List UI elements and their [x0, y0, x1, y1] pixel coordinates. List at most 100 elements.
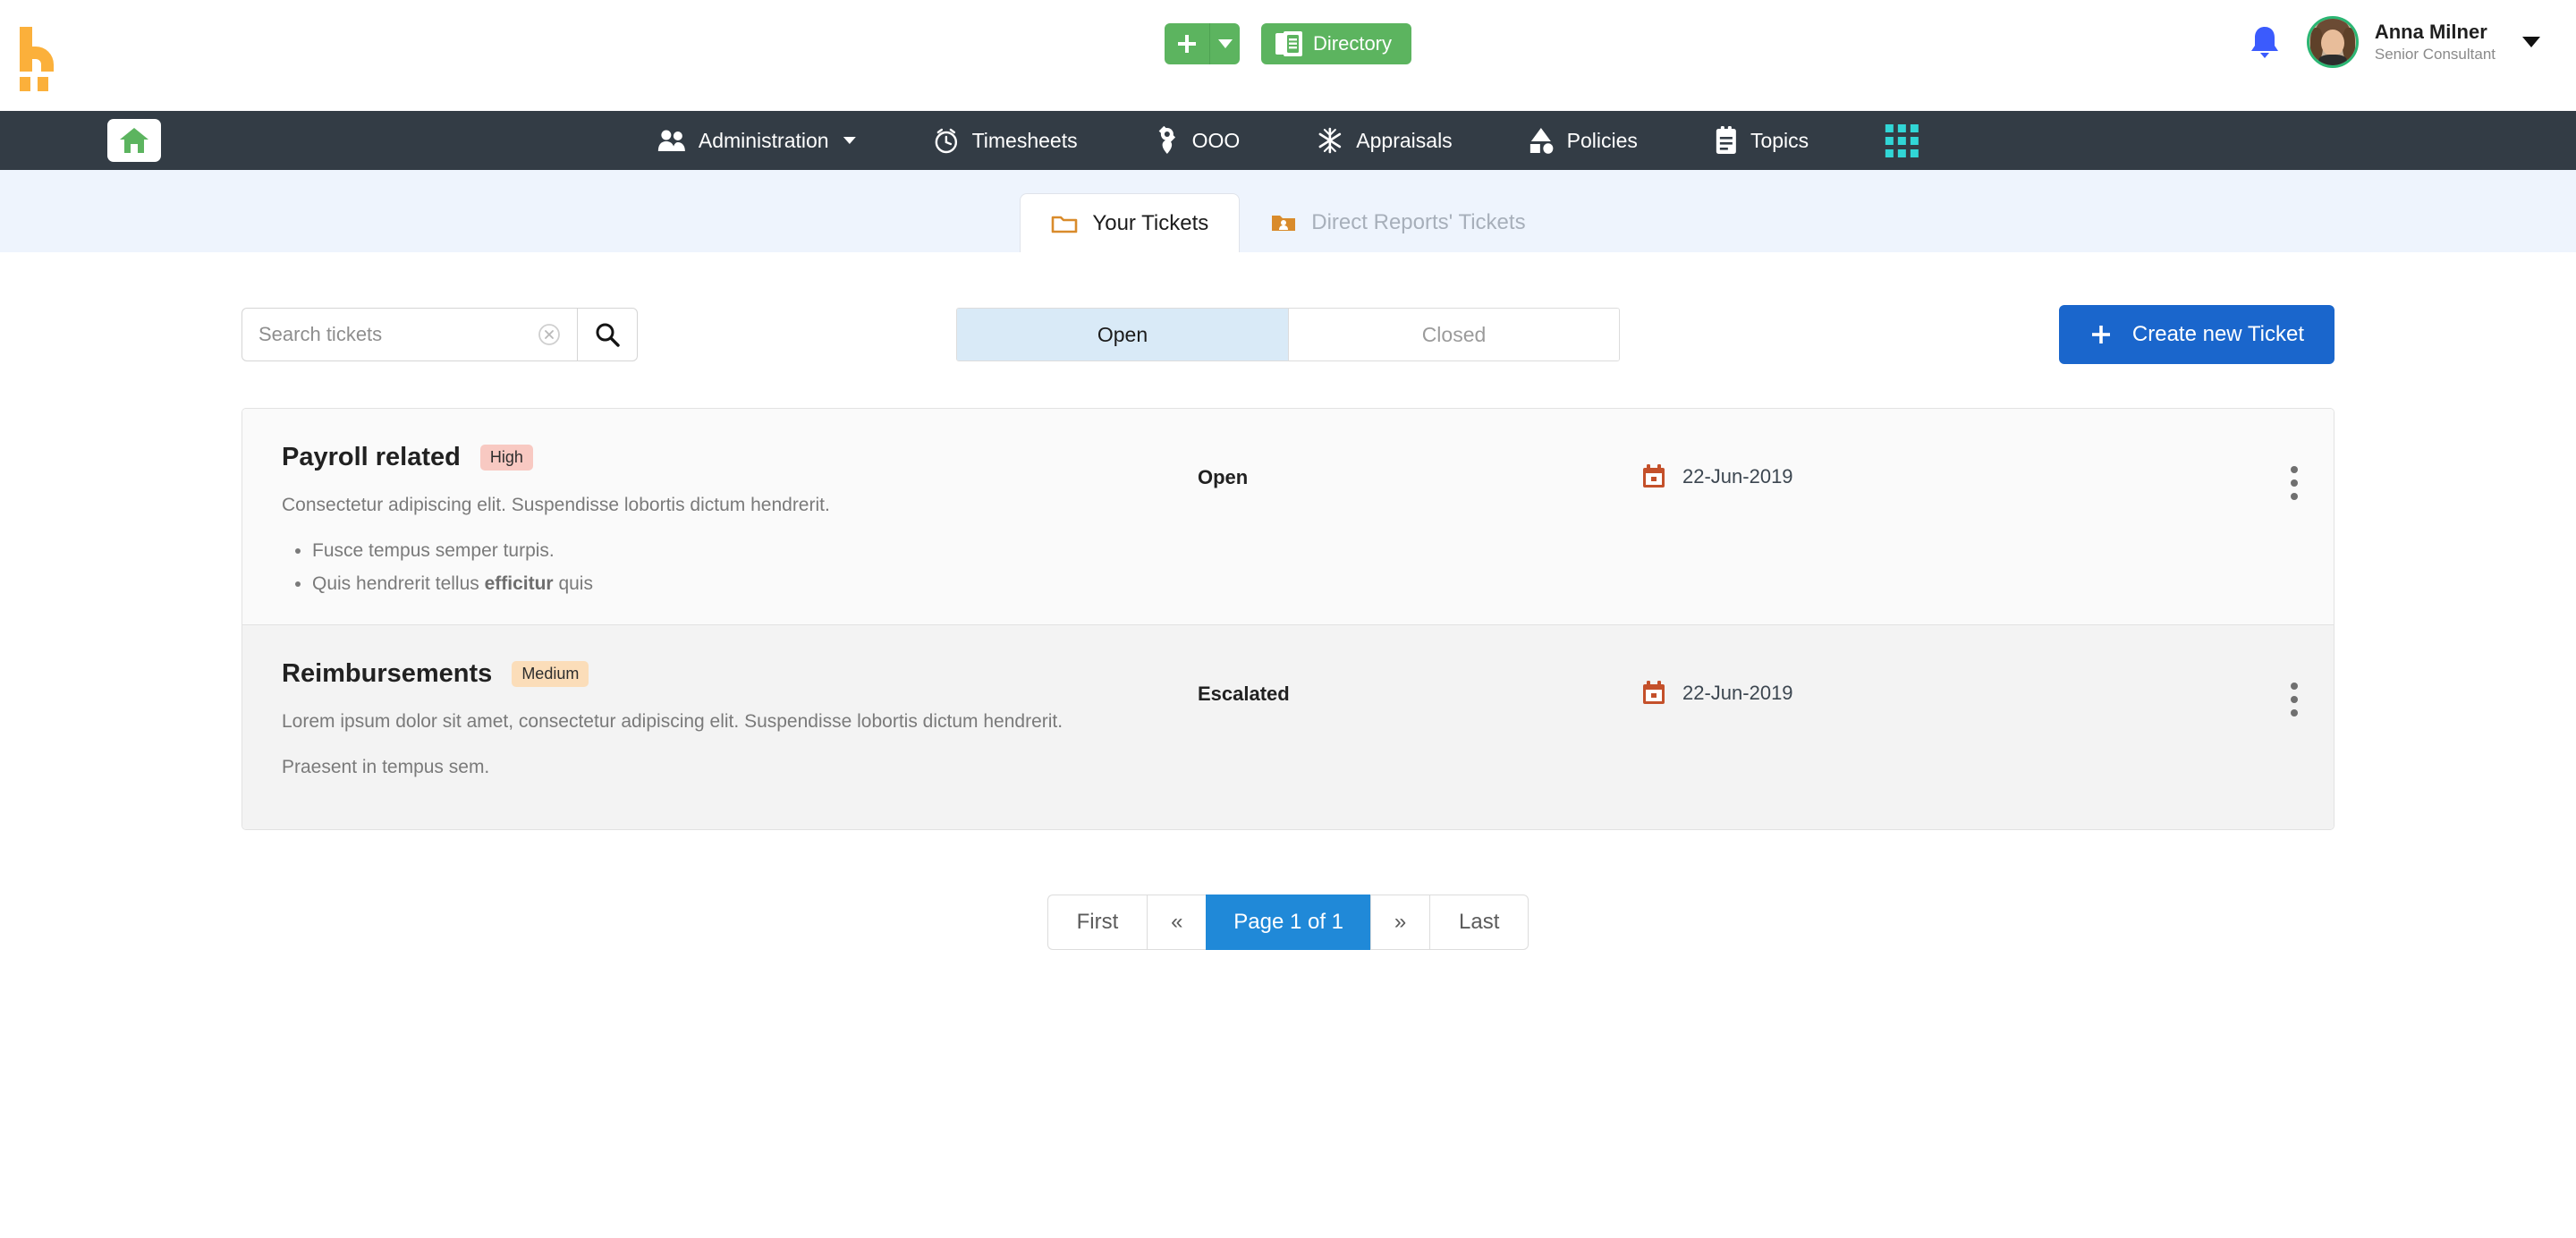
pagination: First « Page 1 of 1 » Last: [0, 895, 2576, 950]
search-input[interactable]: [258, 323, 538, 346]
nav-item-appraisals[interactable]: Appraisals: [1317, 127, 1453, 154]
nav-label: Policies: [1566, 128, 1638, 152]
clipboard-icon: [1716, 126, 1736, 154]
people-icon: [657, 130, 685, 151]
list-item-text: Quis hendrerit tellus: [312, 573, 485, 595]
nav-label: Timesheets: [971, 128, 1078, 152]
search-box[interactable]: [242, 308, 577, 361]
filter-closed[interactable]: Closed: [1288, 309, 1619, 360]
plus-icon: [2091, 326, 2110, 343]
ticket-menu-button[interactable]: [2291, 659, 2298, 717]
ticket-status: Escalated: [1198, 683, 1290, 705]
ticket-description: Lorem ipsum dolor sit amet, consectetur …: [282, 711, 1063, 732]
home-icon: [120, 128, 148, 153]
ticket-title: Payroll related: [282, 443, 461, 471]
nav-label: Topics: [1750, 128, 1809, 152]
nav-label: Administration: [698, 128, 829, 152]
main-navigation: Administration Timesheets OOO Appraisals…: [0, 111, 2576, 170]
chevron-down-icon: [843, 137, 856, 144]
ticket-title-row: Payroll related High: [282, 443, 1176, 472]
top-bar: Directory Anna Milner Senior Consultant: [0, 0, 2576, 111]
bell-icon: [2250, 27, 2278, 58]
list-item: Quis hendrerit tellus efficitur quis: [312, 568, 1176, 601]
ticket-status: Open: [1198, 466, 1249, 488]
priority-badge: Medium: [512, 661, 589, 687]
nav-item-timesheets[interactable]: Timesheets: [933, 127, 1078, 154]
folder-outline-icon: [1052, 216, 1078, 233]
tabs: Your Tickets Direct Reports' Tickets: [1020, 193, 1555, 252]
ticket-extra-text: Praesent in tempus sem.: [282, 757, 490, 778]
directory-button[interactable]: Directory: [1260, 23, 1412, 64]
alarm-clock-icon: [935, 128, 957, 154]
nav-item-ooo[interactable]: OOO: [1155, 126, 1241, 155]
create-new-ticket-button[interactable]: Create new Ticket: [2058, 305, 2334, 364]
pagination-first[interactable]: First: [1046, 895, 1148, 950]
search-group: [242, 308, 638, 361]
nav-item-topics[interactable]: Topics: [1715, 126, 1809, 155]
status-filter: Open Closed: [956, 308, 1620, 361]
list-item: Fusce tempus semper turpis.: [312, 535, 1176, 568]
pagination-last[interactable]: Last: [1429, 895, 1530, 950]
ticket-bullet-list: Fusce tempus semper turpis. Quis hendrer…: [312, 535, 1176, 601]
priority-badge: High: [479, 445, 533, 471]
list-item-tail: quis: [553, 573, 593, 595]
address-book-icon: [1275, 31, 1302, 56]
ticket-date: 22-Jun-2019: [1641, 443, 1793, 489]
tab-label: Direct Reports' Tickets: [1311, 210, 1526, 234]
tickets-toolbar: Open Closed Create new Ticket: [242, 302, 2334, 367]
ticket-date-label: 22-Jun-2019: [1682, 465, 1793, 488]
add-dropdown-button[interactable]: [1208, 23, 1240, 64]
caret-down-icon: [1217, 39, 1233, 48]
ticket-body: Payroll related High Consectetur adipisc…: [282, 443, 1176, 601]
ticket-date-label: 22-Jun-2019: [1682, 682, 1793, 704]
tab-your-tickets[interactable]: Your Tickets: [1020, 193, 1241, 252]
nav-item-administration[interactable]: Administration: [657, 129, 856, 153]
circle-x-icon[interactable]: [538, 323, 561, 346]
user-role: Senior Consultant: [2374, 45, 2496, 63]
pagination-current[interactable]: Page 1 of 1: [1206, 895, 1371, 950]
search-icon: [596, 323, 620, 347]
nav-items: Administration Timesheets OOO Appraisals…: [657, 123, 1919, 157]
nav-label: Appraisals: [1356, 128, 1453, 152]
top-center-actions: Directory: [1164, 23, 1412, 64]
notifications-button[interactable]: [2250, 24, 2280, 60]
main-content: Open Closed Create new Ticket Payroll re…: [0, 302, 2576, 950]
flower-icon: [1158, 126, 1175, 154]
plus-icon: [1177, 35, 1196, 53]
home-button[interactable]: [107, 119, 161, 162]
ticket-body: Reimbursements Medium Lorem ipsum dolor …: [282, 659, 1176, 778]
ticket-row[interactable]: Reimbursements Medium Lorem ipsum dolor …: [242, 625, 2334, 829]
user-name: Anna Milner: [2374, 21, 2487, 44]
search-button[interactable]: [577, 308, 638, 361]
directory-button-label: Directory: [1312, 32, 1393, 55]
calendar-icon: [1643, 464, 1665, 488]
folder-user-icon: [1272, 216, 1296, 231]
list-item-bold: efficitur: [484, 573, 554, 595]
nav-item-policies[interactable]: Policies: [1530, 127, 1638, 154]
asterisk-star-icon: [1318, 127, 1342, 154]
avatar: [2306, 16, 2359, 68]
ticket-menu-button[interactable]: [2291, 443, 2298, 500]
ticket-list: Payroll related High Consectetur adipisc…: [242, 408, 2334, 830]
ticket-date: 22-Jun-2019: [1641, 659, 1793, 706]
pagination-next[interactable]: »: [1370, 895, 1430, 950]
pagination-prev[interactable]: «: [1147, 895, 1207, 950]
apps-grid-icon[interactable]: [1885, 123, 1919, 157]
ticket-title: Reimbursements: [282, 659, 493, 688]
top-right-actions: Anna Milner Senior Consultant: [2250, 16, 2540, 68]
ticket-description: Consectetur adipiscing elit. Suspendisse…: [282, 495, 830, 515]
tab-strip: Your Tickets Direct Reports' Tickets: [0, 170, 2576, 252]
ticket-row[interactable]: Payroll related High Consectetur adipisc…: [242, 409, 2334, 625]
add-button[interactable]: [1164, 23, 1209, 64]
calendar-icon: [1643, 681, 1665, 704]
create-new-ticket-label: Create new Ticket: [2131, 322, 2304, 346]
user-menu[interactable]: Anna Milner Senior Consultant: [2306, 16, 2540, 68]
tab-label: Your Tickets: [1092, 210, 1209, 235]
ticket-title-row: Reimbursements Medium: [282, 659, 1176, 689]
shapes-icon: [1530, 128, 1554, 154]
add-button-group: [1164, 23, 1240, 64]
tab-direct-reports-tickets[interactable]: Direct Reports' Tickets: [1240, 193, 1555, 252]
nav-label: OOO: [1191, 128, 1241, 152]
brand-logo-icon[interactable]: [20, 27, 73, 91]
filter-open[interactable]: Open: [957, 309, 1288, 360]
